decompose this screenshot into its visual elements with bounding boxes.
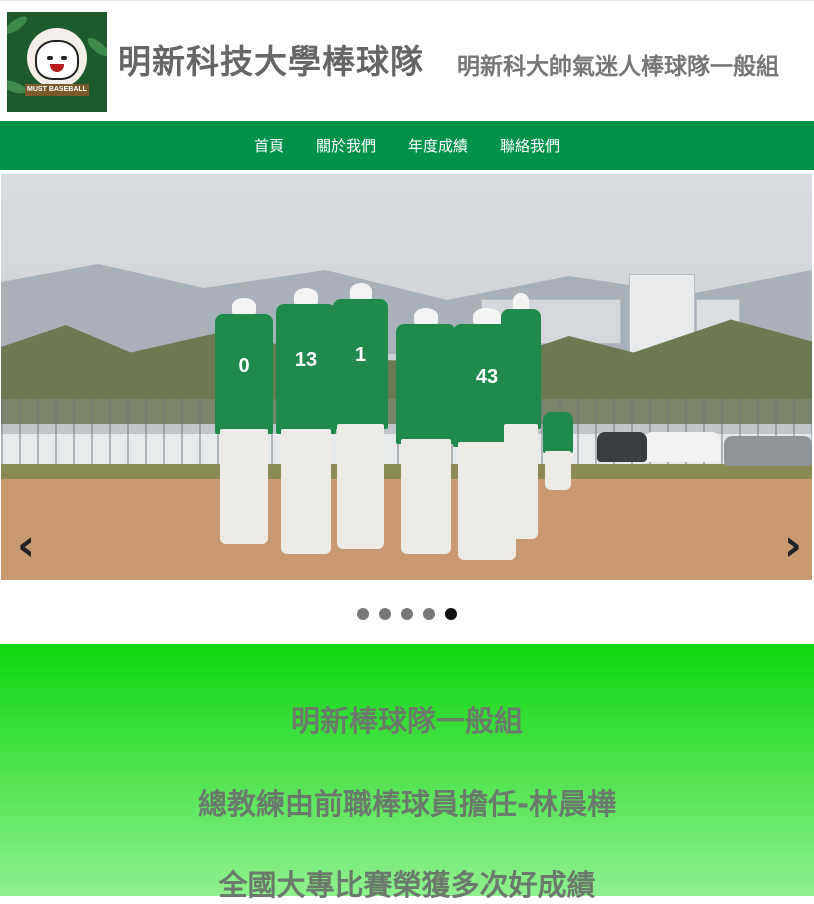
leaf-decoration (84, 34, 107, 60)
team-logo[interactable]: MUST BASEBALL (7, 12, 107, 112)
carousel-dot[interactable] (379, 608, 391, 620)
player-figure (501, 293, 541, 539)
player-figure (543, 412, 573, 490)
intro-section: 明新棒球隊一般組 總教練由前職棒球員擔任-林晨樺 全國大專比賽榮獲多次好成績 (0, 644, 814, 902)
player-figure: 13 (276, 288, 336, 554)
main-navbar: 首頁 關於我們 年度成績 聯絡我們 (0, 121, 814, 170)
jersey-number: 1 (354, 344, 367, 366)
nav-item-home[interactable]: 首頁 (254, 135, 284, 156)
site-subtitle: 明新科大帥氣迷人棒球隊一般組 (457, 54, 779, 80)
jersey-number: 13 (294, 349, 318, 371)
bear-eye (61, 56, 67, 60)
player-pants (504, 424, 538, 539)
intro-achievement-text: 全國大專比賽榮獲多次好成績 (218, 868, 596, 902)
photo-car (597, 432, 647, 462)
carousel-dot-active[interactable] (445, 608, 457, 620)
player-cap (473, 308, 501, 324)
image-carousel[interactable]: 0 13 1 43 ‹ › (1, 174, 812, 580)
player-pants (280, 429, 332, 554)
player-pants (400, 439, 452, 554)
chevron-right-icon[interactable]: › (784, 524, 802, 568)
player-jersey (396, 324, 456, 444)
bear-mouth (50, 64, 64, 72)
player-figure (396, 308, 456, 554)
logo-banner: MUST BASEBALL (25, 84, 89, 96)
player-figure: 0 (215, 298, 273, 544)
player-pants (545, 451, 571, 490)
site-title: 明新科技大學棒球隊 (118, 42, 424, 81)
photo-car (724, 436, 812, 466)
carousel-dot[interactable] (357, 608, 369, 620)
player-cap (414, 308, 438, 324)
player-cap (232, 298, 256, 314)
nav-item-contact[interactable]: 聯絡我們 (500, 135, 560, 156)
player-pants (337, 424, 384, 549)
carousel-dot[interactable] (423, 608, 435, 620)
bear-mascot-icon (35, 40, 79, 80)
bear-eye (47, 56, 53, 60)
carousel-dot[interactable] (401, 608, 413, 620)
player-cap (294, 288, 318, 304)
jersey-number: 0 (238, 355, 250, 378)
player-jersey (501, 309, 541, 429)
nav-item-results[interactable]: 年度成績 (408, 135, 468, 156)
player-cap (349, 283, 372, 299)
chevron-left-icon[interactable]: ‹ (17, 524, 35, 568)
carousel-indicators (0, 608, 814, 620)
player-cap (513, 293, 529, 309)
intro-coach-text: 總教練由前職棒球員擔任-林晨樺 (197, 787, 617, 821)
intro-heading: 明新棒球隊一般組 (290, 704, 523, 738)
site-header: MUST BASEBALL 明新科技大學棒球隊 明新科大帥氣迷人棒球隊一般組 (0, 0, 814, 121)
photo-car (644, 432, 720, 462)
nav-item-about[interactable]: 關於我們 (316, 135, 376, 156)
player-pants (219, 429, 269, 544)
team-celebration-photo: 0 13 1 43 (1, 174, 812, 580)
leaf-decoration (7, 13, 30, 37)
player-figure: 1 (333, 283, 388, 549)
player-jersey (543, 412, 573, 453)
